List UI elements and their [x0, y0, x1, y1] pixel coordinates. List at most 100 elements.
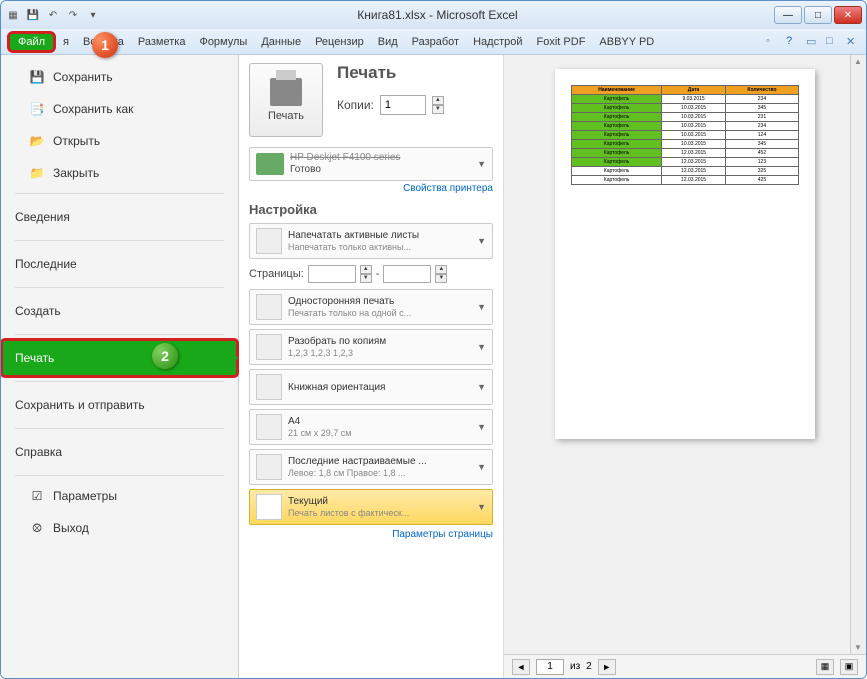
- table-row: Картофель10.03.2015234: [572, 122, 799, 131]
- chevron-down-icon: ▼: [477, 236, 486, 246]
- chevron-down-icon: ▼: [477, 342, 486, 352]
- print-settings-panel: Печать Печать Копии: ▲▼ HP Deskjet F4100…: [239, 55, 504, 678]
- sheets-icon: [256, 228, 282, 254]
- prev-page-button[interactable]: ◄: [512, 659, 530, 675]
- help-icon[interactable]: ?: [786, 35, 800, 49]
- maximize-button[interactable]: □: [804, 6, 832, 24]
- nav-send[interactable]: Сохранить и отправить: [1, 386, 238, 424]
- print-preview-pane: Наименование Дата Количество Картофель9.…: [504, 55, 866, 678]
- opt-scaling[interactable]: ТекущийПечать листов с фактическ... ▼: [249, 489, 493, 525]
- chevron-down-icon: ▼: [477, 382, 486, 392]
- table-row: Картофель10.03.2015345: [572, 140, 799, 149]
- doc-min-icon[interactable]: ▭: [806, 35, 820, 49]
- printer-selector[interactable]: HP Deskjet F4100 seriesГотово ▼: [249, 147, 493, 181]
- doc-restore-icon[interactable]: □: [826, 35, 840, 49]
- page-to-spinner[interactable]: ▲▼: [435, 265, 447, 283]
- table-row: Картофель10.03.2015345: [572, 104, 799, 113]
- saveas-icon: 📑: [29, 101, 45, 117]
- tab-data[interactable]: Данные: [254, 31, 308, 53]
- show-margins-button[interactable]: ▦: [816, 659, 834, 675]
- table-row: Картофель12.03.2015325: [572, 167, 799, 176]
- tab-addins[interactable]: Надстрой: [466, 31, 529, 53]
- chevron-down-icon: ▼: [477, 159, 486, 169]
- table-row: Картофель12.03.2015452: [572, 149, 799, 158]
- opt-orientation[interactable]: Книжная ориентация ▼: [249, 369, 493, 405]
- opt-active-sheets[interactable]: Напечатать активные листыНапечатать толь…: [249, 223, 493, 259]
- nav-close[interactable]: 📁Закрыть: [1, 157, 238, 189]
- spin-down-icon[interactable]: ▼: [432, 105, 444, 114]
- settings-header: Настройка: [249, 202, 493, 217]
- titlebar: ▦ 💾 ↶ ↷ ▾ Книга81.xlsx - Microsoft Excel…: [1, 1, 866, 29]
- page-to-input[interactable]: [383, 265, 431, 283]
- save-icon: 💾: [29, 69, 45, 85]
- preview-footer: ◄ из 2 ► ▦ ▣: [504, 654, 866, 678]
- zoom-to-page-button[interactable]: ▣: [840, 659, 858, 675]
- tab-formulas[interactable]: Формулы: [192, 31, 254, 53]
- close-button[interactable]: ✕: [834, 6, 862, 24]
- table-row: Картофель9.03.2015234: [572, 95, 799, 104]
- preview-canvas: Наименование Дата Количество Картофель9.…: [504, 55, 866, 654]
- opt-one-sided[interactable]: Односторонняя печатьПечатать только на о…: [249, 289, 493, 325]
- collate-icon: [256, 334, 282, 360]
- printer-properties-link[interactable]: Свойства принтера: [249, 183, 493, 194]
- copies-input[interactable]: [380, 95, 426, 115]
- tab-view[interactable]: Вид: [371, 31, 405, 53]
- qat-more-icon[interactable]: ▾: [85, 7, 101, 23]
- redo-icon[interactable]: ↷: [65, 7, 81, 23]
- print-button[interactable]: Печать: [249, 63, 323, 137]
- nav-print[interactable]: Печать 2: [1, 339, 238, 377]
- opt-collate[interactable]: Разобрать по копиям1,2,3 1,2,3 1,2,3 ▼: [249, 329, 493, 365]
- doc-close-icon[interactable]: ✕: [846, 35, 860, 49]
- ribbon-tabs: Файл 1 я Вставка Разметка Формулы Данные…: [1, 29, 866, 55]
- tab-file[interactable]: Файл: [7, 31, 56, 53]
- tab-home-partial[interactable]: я: [56, 31, 76, 53]
- pages-range: Страницы: ▲▼ - ▲▼: [249, 265, 493, 283]
- save-icon[interactable]: 💾: [25, 7, 41, 23]
- page-from-spinner[interactable]: ▲▼: [360, 265, 372, 283]
- window-title: Книга81.xlsx - Microsoft Excel: [101, 8, 774, 22]
- callout-1: 1: [92, 32, 118, 58]
- nav-save-as[interactable]: 📑Сохранить как: [1, 93, 238, 125]
- nav-info[interactable]: Сведения: [1, 198, 238, 236]
- print-header: Печать: [337, 63, 444, 83]
- chevron-down-icon: ▼: [477, 502, 486, 512]
- tab-layout[interactable]: Разметка: [131, 31, 193, 53]
- table-row: Картофель10.03.2015231: [572, 113, 799, 122]
- opt-paper-size[interactable]: A421 см x 29,7 см ▼: [249, 409, 493, 445]
- options-icon: ☑: [29, 488, 45, 504]
- chevron-down-icon: ▼: [477, 462, 486, 472]
- nav-save[interactable]: 💾Сохранить: [1, 61, 238, 93]
- ribbon-minimize-icon[interactable]: ◦: [766, 35, 780, 49]
- opt-margins[interactable]: Последние настраиваемые ...Левое: 1,8 см…: [249, 449, 493, 485]
- printer-device-icon: [256, 153, 284, 175]
- copies-spinner[interactable]: ▲▼: [432, 96, 444, 114]
- undo-icon[interactable]: ↶: [45, 7, 61, 23]
- tab-foxit[interactable]: Foxit PDF: [530, 31, 593, 53]
- exit-icon: ⮾: [29, 520, 45, 536]
- excel-icon: ▦: [5, 7, 21, 23]
- nav-open[interactable]: 📂Открыть: [1, 125, 238, 157]
- page-from-input[interactable]: [308, 265, 356, 283]
- spin-up-icon[interactable]: ▲: [432, 96, 444, 105]
- next-page-button[interactable]: ►: [598, 659, 616, 675]
- preview-scrollbar[interactable]: [850, 55, 866, 654]
- chevron-down-icon: ▼: [477, 422, 486, 432]
- current-page-input[interactable]: [536, 659, 564, 675]
- nav-exit[interactable]: ⮾Выход: [1, 512, 238, 544]
- preview-table: Наименование Дата Количество Картофель9.…: [571, 85, 799, 185]
- chevron-down-icon: ▼: [477, 302, 486, 312]
- tab-abbyy[interactable]: ABBYY PD: [592, 31, 661, 53]
- scaling-icon: [256, 494, 282, 520]
- tab-review[interactable]: Рецензир: [308, 31, 371, 53]
- tab-developer[interactable]: Разработ: [405, 31, 466, 53]
- nav-new[interactable]: Создать: [1, 292, 238, 330]
- minimize-button[interactable]: —: [774, 6, 802, 24]
- nav-recent[interactable]: Последние: [1, 245, 238, 283]
- nav-help[interactable]: Справка: [1, 433, 238, 471]
- page-setup-link[interactable]: Параметры страницы: [249, 529, 493, 540]
- a4-icon: [256, 414, 282, 440]
- margins-icon: [256, 454, 282, 480]
- nav-options[interactable]: ☑Параметры: [1, 480, 238, 512]
- table-row: Картофель12.03.2015425: [572, 176, 799, 185]
- printer-icon: [270, 78, 302, 106]
